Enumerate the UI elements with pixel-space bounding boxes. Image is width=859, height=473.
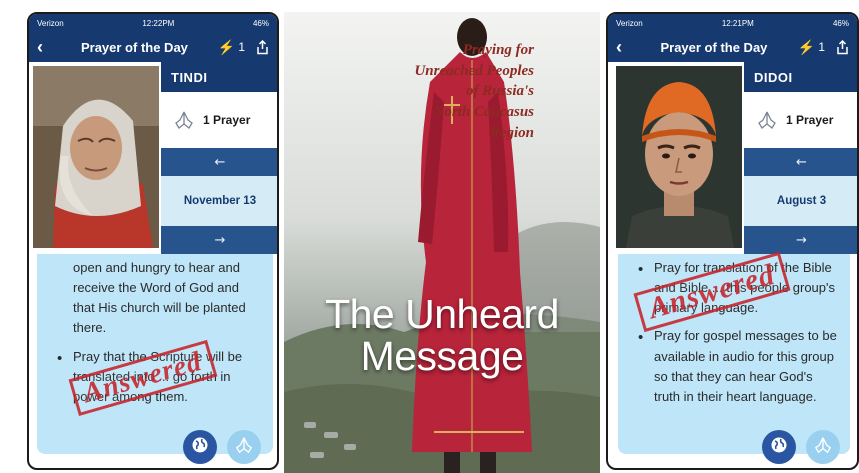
left-phone-screen: Verizon 12:22PM 46% ‹ Prayer of the Day … [27, 12, 279, 470]
battery-label: 46% [832, 18, 849, 28]
nav-title: Prayer of the Day [660, 39, 768, 55]
arrow-left-icon: ← [796, 154, 807, 170]
tagline-line: Praying for [462, 42, 534, 58]
praying-hands-icon [234, 436, 254, 458]
nav-title: Prayer of the Day [80, 39, 188, 55]
tagline-line: of Russia's [466, 83, 534, 100]
tagline-line: Region [489, 124, 534, 141]
prayer-date: August 3 [744, 176, 857, 226]
headline-line-2: Message [360, 332, 524, 379]
arrow-right-icon: → [214, 232, 226, 248]
tagline-line: North Caucasus [433, 104, 534, 121]
praying-hands-icon [756, 110, 778, 130]
portrait-photo-tindi [33, 66, 159, 248]
prayer-count-row[interactable]: 1 Prayer [744, 92, 857, 148]
previous-day-button[interactable]: ← [744, 148, 857, 176]
arrow-left-icon: ← [214, 154, 226, 170]
pray-button[interactable] [806, 430, 840, 464]
battery-label: 46% [252, 18, 269, 28]
globe-icon [191, 436, 209, 458]
nav-bar: ‹ Prayer of the Day ⚡ 1 [608, 32, 857, 62]
people-group-name: DIDOI [744, 62, 857, 92]
status-bar: Verizon 12:21PM 46% [608, 14, 857, 32]
poster-image: Praying for Unreached Peoples of Russia'… [284, 12, 600, 473]
streak-count: 1 [238, 40, 245, 54]
tagline-line: Unreached Peoples [414, 62, 534, 79]
info-panel: TINDI 1 Prayer ← November 13 → [161, 62, 277, 254]
previous-day-button[interactable]: ← [161, 148, 277, 176]
pray-button[interactable] [227, 430, 261, 464]
info-panel: DIDOI 1 Prayer ← August 3 → [744, 62, 857, 254]
poster-headline: The Unheard Message [284, 291, 600, 379]
prayer-count-row[interactable]: 1 Prayer [161, 92, 277, 148]
globe-icon [770, 436, 788, 458]
carrier-label: Verizon [37, 18, 64, 28]
portrait-photo-didoi [616, 66, 742, 248]
bolt-icon: ⚡ [797, 38, 816, 55]
right-phone-screen: Verizon 12:21PM 46% ‹ Prayer of the Day … [606, 12, 859, 470]
share-icon[interactable] [833, 39, 851, 55]
prayer-count: 1 Prayer [203, 113, 251, 127]
clock: 12:21PM [721, 18, 754, 28]
globe-button[interactable] [762, 430, 796, 464]
headline-line-1: The Unheard [325, 291, 559, 337]
praying-hands-icon [173, 110, 195, 130]
next-day-button[interactable]: → [744, 226, 857, 254]
back-chevron-icon[interactable]: ‹ [29, 37, 51, 58]
praying-hands-icon [813, 436, 833, 458]
clock: 12:22PM [142, 18, 175, 28]
prayer-point-bullet: Pray for gospel messages to be available… [630, 326, 840, 407]
carrier-label: Verizon [616, 18, 643, 28]
prayer-date: November 13 [161, 176, 277, 226]
poster-tagline: Praying for Unreached Peoples of Russia'… [284, 40, 534, 143]
bolt-icon: ⚡ [217, 38, 236, 55]
share-icon[interactable] [253, 39, 271, 55]
arrow-right-icon: → [796, 232, 807, 248]
next-day-button[interactable]: → [161, 226, 277, 254]
back-chevron-icon[interactable]: ‹ [608, 37, 630, 58]
globe-button[interactable] [183, 430, 217, 464]
prayer-point-text: open and hungry to hear and receive the … [73, 260, 246, 336]
nav-bar: ‹ Prayer of the Day ⚡ 1 [29, 32, 277, 62]
people-group-name: TINDI [161, 62, 277, 92]
status-bar: Verizon 12:22PM 46% [29, 14, 277, 32]
prayer-count: 1 Prayer [786, 113, 834, 127]
streak-count: 1 [818, 40, 825, 54]
